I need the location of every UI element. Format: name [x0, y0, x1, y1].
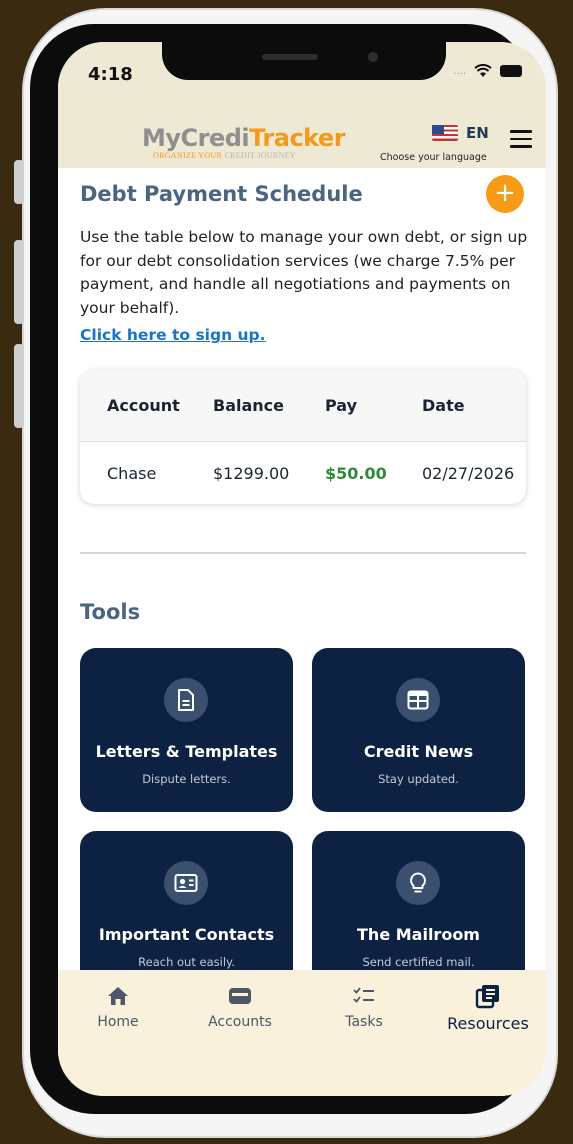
tool-card-title: Letters & Templates: [95, 742, 278, 761]
tool-card-title: Credit News: [363, 742, 474, 761]
nav-label: Home: [97, 1014, 139, 1030]
table-row[interactable]: Chase $1299.00 $50.00 02/27/2026: [80, 442, 526, 504]
notch: [162, 42, 446, 80]
status-time: 4:18: [88, 64, 133, 85]
home-icon: [88, 982, 148, 1010]
column-header-balance: Balance: [213, 396, 284, 415]
signal-icon: ....: [453, 65, 466, 77]
us-flag-icon: [432, 125, 458, 141]
cell-account: Chase: [107, 463, 157, 483]
nav-label: Accounts: [208, 1014, 272, 1030]
nav-label: Tasks: [345, 1014, 383, 1030]
status-icons: ....: [453, 64, 522, 78]
column-header-date: Date: [422, 396, 465, 415]
app-logo[interactable]: MyCrediTracker: [142, 124, 346, 152]
wallet-icon: [198, 982, 282, 1010]
lightbulb-icon: [396, 861, 440, 905]
debt-intro-text: Use the table below to manage your own d…: [80, 228, 528, 317]
battery-icon: [500, 65, 522, 77]
cell-balance: $1299.00: [213, 463, 290, 483]
nav-label: Resources: [447, 1014, 529, 1033]
nav-accounts[interactable]: Accounts: [198, 982, 282, 1030]
news-icon: [396, 678, 440, 722]
tool-card-letters-templates[interactable]: Letters & Templates Dispute letters.: [80, 648, 293, 812]
add-debt-button[interactable]: +: [486, 175, 524, 213]
contact-card-icon: [164, 861, 208, 905]
wifi-icon: [474, 64, 492, 77]
tools-title: Tools: [80, 600, 141, 624]
resources-icon: [440, 982, 536, 1010]
nav-resources[interactable]: Resources: [440, 982, 536, 1033]
tool-card-subtitle: Send certified mail.: [362, 955, 475, 969]
tool-card-subtitle: Dispute letters.: [142, 772, 231, 786]
debt-table: Account Balance Pay Date Chase $1299.00 …: [80, 370, 526, 504]
language-selector[interactable]: EN: [432, 124, 489, 142]
tool-card-subtitle: Reach out easily.: [138, 955, 235, 969]
column-header-account: Account: [107, 396, 180, 415]
mute-switch: [14, 160, 24, 204]
nav-tasks[interactable]: Tasks: [334, 982, 394, 1030]
tool-card-subtitle: Stay updated.: [378, 772, 459, 786]
cell-date: 02/27/2026: [422, 463, 515, 483]
tool-card-title: Important Contacts: [98, 925, 275, 944]
hamburger-menu-icon[interactable]: [510, 130, 532, 153]
cell-pay: $50.00: [325, 463, 387, 483]
volume-up-button: [14, 240, 24, 324]
tool-card-credit-news[interactable]: Credit News Stay updated.: [312, 648, 525, 812]
tool-card-title: The Mailroom: [357, 925, 480, 944]
table-header-row: Account Balance Pay Date: [80, 370, 526, 442]
column-header-pay: Pay: [325, 396, 358, 415]
language-code: EN: [466, 124, 489, 142]
nav-home[interactable]: Home: [88, 982, 148, 1030]
debt-schedule-title: Debt Payment Schedule: [80, 182, 363, 206]
bottom-navigation: Home Accounts Tasks Resources: [58, 970, 546, 1096]
checklist-icon: [334, 982, 394, 1010]
document-icon: [164, 678, 208, 722]
logo-tagline: ORGANIZE YOUR CREDIT JOURNEY: [153, 151, 296, 160]
language-hint: Choose your language: [380, 152, 487, 163]
app-screen: 4:18 .... MyCrediTracker ORGANIZE YOUR C…: [58, 42, 546, 1096]
section-divider: [80, 552, 526, 554]
volume-down-button: [14, 344, 24, 428]
signup-link[interactable]: Click here to sign up.: [80, 326, 266, 344]
